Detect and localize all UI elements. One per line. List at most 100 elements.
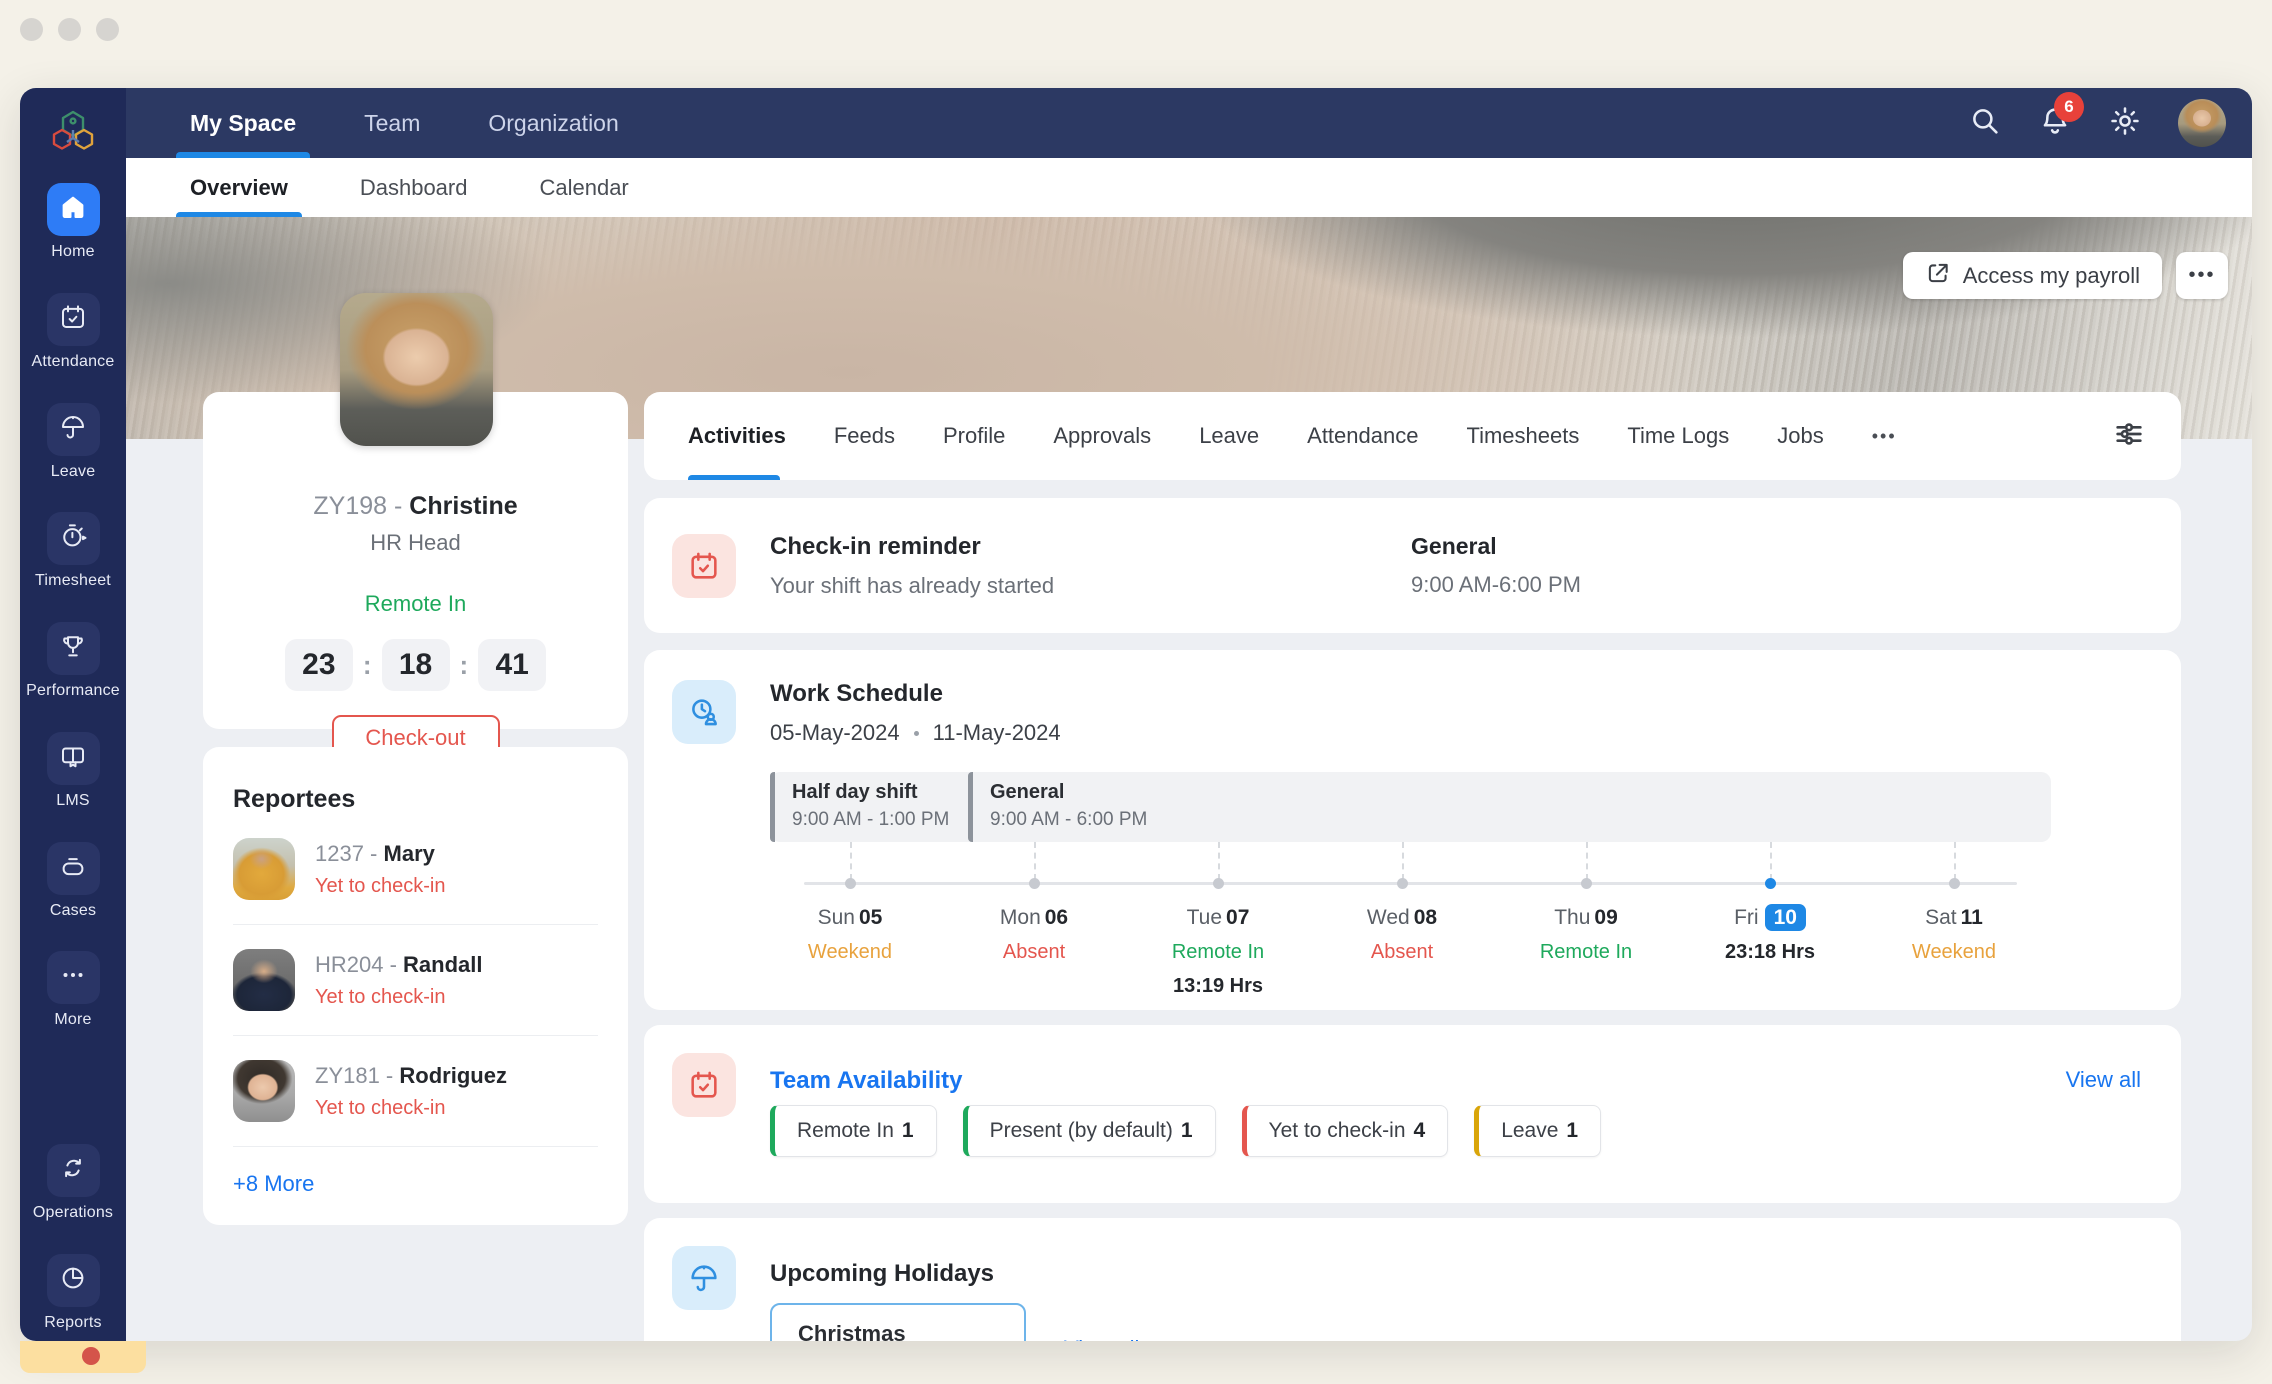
shift-segment[interactable]: Half day shift 9:00 AM - 1:00 PM (770, 772, 962, 842)
chip-leave[interactable]: Leave 1 (1474, 1105, 1602, 1157)
tab-team[interactable]: Team (362, 88, 422, 158)
reminder-title: Check-in reminder (770, 532, 981, 560)
pie-chart-icon (58, 1263, 88, 1298)
tab-organization[interactable]: Organization (486, 88, 620, 158)
reminder-subtitle: Your shift has already started (770, 572, 1055, 598)
reportee-avatar (233, 949, 295, 1011)
sidebar-item-reports[interactable]: Reports (20, 1254, 126, 1332)
tab-jobs[interactable]: Jobs (1777, 392, 1823, 480)
tab-dashboard[interactable]: Dashboard (360, 158, 468, 217)
day-sun[interactable]: Sun 05 Weekend (758, 842, 942, 964)
reportees-more-link[interactable]: +8 More (233, 1171, 598, 1197)
sidebar-item-label: More (54, 1011, 92, 1028)
sidebar-item-lms[interactable]: LMS (20, 732, 126, 810)
user-avatar[interactable] (2178, 99, 2226, 147)
day-mon[interactable]: Mon 06 Absent (942, 842, 1126, 964)
window-close-button[interactable] (20, 18, 43, 41)
sidebar-item-leave[interactable]: Leave (20, 403, 126, 481)
tab-calendar[interactable]: Calendar (539, 158, 628, 217)
tab-leave[interactable]: Leave (1199, 392, 1259, 480)
tab-feeds[interactable]: Feeds (834, 392, 895, 480)
case-box-icon (58, 851, 88, 886)
bottom-toast-peek (20, 1341, 146, 1373)
book-monitor-icon (58, 741, 88, 776)
reportee-avatar (233, 838, 295, 900)
schedule-date-range: 05-May-2024 11-May-2024 (770, 720, 1061, 745)
stopwatch-icon (58, 521, 88, 556)
employee-photo (340, 293, 493, 446)
sidebar-item-label: Home (51, 243, 95, 260)
banner-more-button[interactable]: ••• (2176, 252, 2228, 299)
sidebar-item-timesheet[interactable]: Timesheet (20, 512, 126, 590)
chip-yet-to-check-in[interactable]: Yet to check-in 4 (1241, 1105, 1449, 1157)
reportees-title: Reportees (233, 785, 356, 813)
holiday-umbrella-icon (672, 1246, 736, 1310)
sidebar-item-label: Cases (49, 902, 97, 919)
sidebar-item-performance[interactable]: Performance (20, 622, 126, 700)
reportee-id-name: HR204 - Randall (315, 951, 483, 977)
shift-time: 9:00 AM-6:00 PM (1411, 572, 1581, 597)
sidebar-item-cases[interactable]: Cases (20, 842, 126, 920)
day-sat[interactable]: Sat 11 Weekend (1862, 842, 2046, 964)
reportee-avatar (233, 1060, 295, 1122)
today-badge: 10 (1764, 904, 1806, 931)
tab-overview[interactable]: Overview (176, 158, 302, 217)
upcoming-holidays-card: Upcoming Holidays Christmas 25 - Dec, We… (644, 1218, 2181, 1341)
external-link-icon (1925, 260, 1951, 292)
trophy-icon (58, 631, 88, 666)
timer-minutes: 18 (381, 639, 450, 691)
week-timeline: Sun 05 Weekend Mon 06 Absent Tue 07 Remote … (770, 842, 2051, 1032)
tab-my-space[interactable]: My Space (175, 88, 311, 158)
checkin-status-label: Remote In (364, 591, 467, 616)
day-fri-today[interactable]: Fri 10 23:18 Hrs (1678, 842, 1862, 964)
availability-calendar-icon (672, 1053, 736, 1117)
notification-count-badge: 6 (2054, 91, 2084, 122)
reportee-row[interactable]: 1237 - Mary Yet to check-in (233, 814, 598, 925)
chip-remote-in[interactable]: Remote In 1 (770, 1105, 937, 1157)
team-view-all-link[interactable]: View all (2066, 1067, 2141, 1093)
checkin-reminder-card: Check-in reminder Your shift has already… (644, 498, 2181, 633)
tab-timesheets[interactable]: Timesheets (1466, 392, 1579, 480)
tab-profile[interactable]: Profile (943, 392, 1005, 480)
chip-present[interactable]: Present (by default) 1 (962, 1105, 1216, 1157)
day-wed[interactable]: Wed 08 Absent (1310, 842, 1494, 964)
day-hours: 13:19 Hrs (1172, 975, 1264, 997)
reportee-row[interactable]: ZY181 - Rodriguez Yet to check-in (233, 1036, 598, 1147)
shift-segment[interactable]: General 9:00 AM - 6:00 PM (968, 772, 1147, 842)
day-hours: 23:18 Hrs (1724, 941, 1816, 963)
holiday-item[interactable]: Christmas 25 - Dec, Wednesday (770, 1303, 1026, 1341)
sidebar-item-attendance[interactable]: Attendance (20, 293, 126, 371)
tab-attendance[interactable]: Attendance (1307, 392, 1418, 480)
sidebar-item-label: LMS (56, 792, 90, 809)
sidebar-item-operations[interactable]: Operations (20, 1144, 126, 1222)
reportee-status: Yet to check-in (315, 874, 446, 897)
app-logo-icon[interactable] (45, 106, 101, 162)
tabs-overflow-icon[interactable]: ••• (1872, 392, 1897, 480)
filter-sliders-icon[interactable] (2113, 418, 2145, 455)
settings-gear-icon[interactable] (2108, 104, 2142, 143)
window-zoom-button[interactable] (96, 18, 119, 41)
reportee-row[interactable]: HR204 - Randall Yet to check-in (233, 925, 598, 1036)
day-thu[interactable]: Thu 09 Remote In (1494, 842, 1678, 964)
ellipsis-icon (58, 960, 88, 995)
primary-nav-tabs: My Space Team Organization (175, 88, 685, 158)
top-navigation-bar: My Space Team Organization 6 (126, 88, 2252, 158)
sidebar-item-label: Reports (44, 1314, 102, 1331)
employee-id-name: ZY198 - Christine (313, 492, 518, 520)
access-payroll-button[interactable]: Access my payroll (1902, 252, 2162, 299)
sidebar-item-more[interactable]: More (20, 951, 126, 1029)
tab-approvals[interactable]: Approvals (1053, 392, 1151, 480)
sidebar-item-label: Performance (26, 682, 120, 699)
holidays-view-all-link[interactable]: View all (1064, 1336, 1139, 1341)
window-controls[interactable] (20, 18, 119, 41)
schedule-clock-person-icon (672, 680, 736, 744)
search-icon[interactable] (1968, 104, 2002, 143)
window-minimize-button[interactable] (58, 18, 81, 41)
tab-activities[interactable]: Activities (688, 392, 786, 480)
tab-time-logs[interactable]: Time Logs (1627, 392, 1729, 480)
day-tue[interactable]: Tue 07 Remote In 13:19 Hrs (1126, 842, 1310, 998)
team-availability-title[interactable]: Team Availability (770, 1067, 963, 1095)
sidebar-item-label: Operations (32, 1204, 114, 1221)
sidebar-item-home[interactable]: Home (20, 183, 126, 261)
notifications-bell-icon[interactable]: 6 (2038, 91, 2084, 143)
